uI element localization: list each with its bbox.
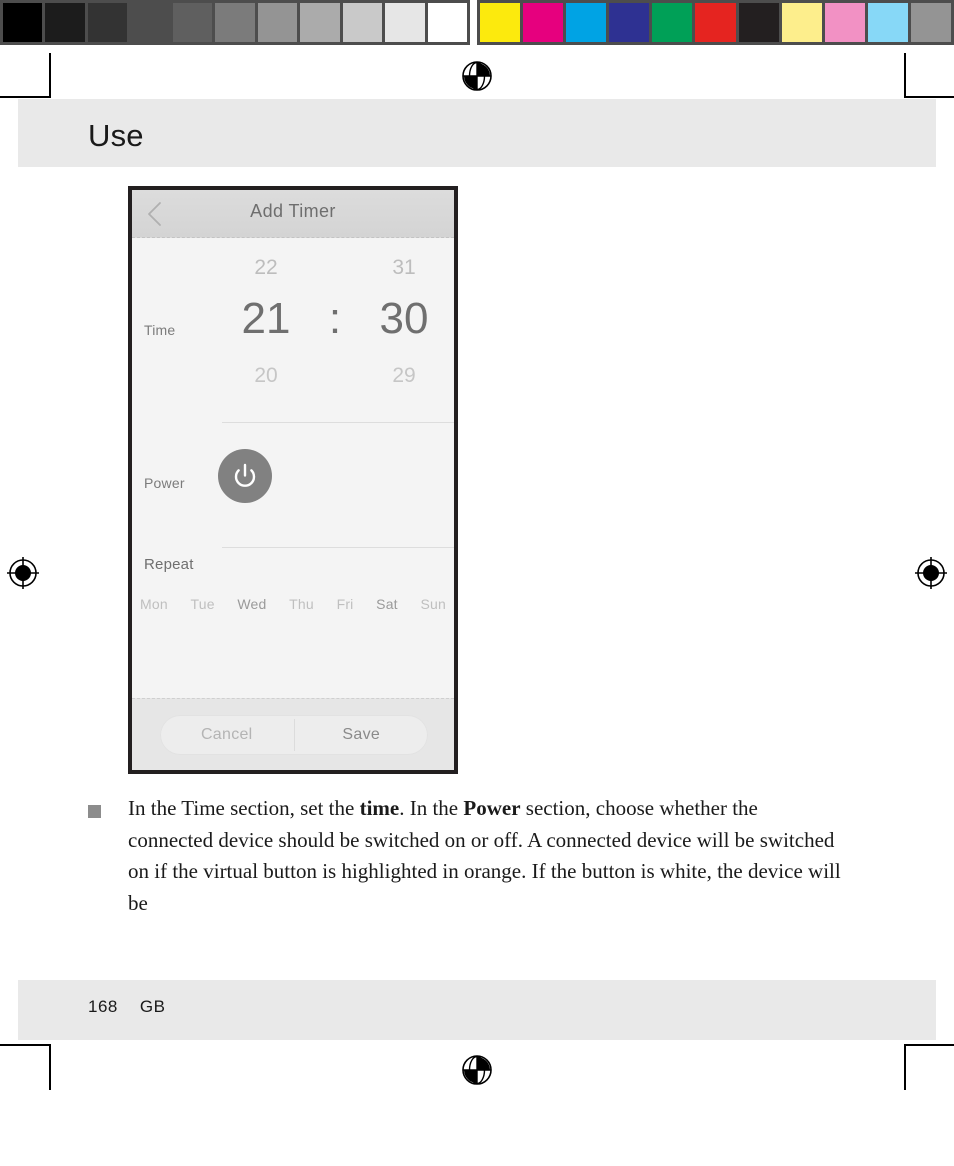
power-icon[interactable] (218, 449, 272, 503)
color-swatch-4 (652, 3, 693, 42)
repeat-day-sun[interactable]: Sun (420, 596, 446, 612)
repeat-section: Repeat Mon Tue Wed Thu Fri Sat Sun (132, 548, 454, 698)
grayscale-swatch-0 (3, 3, 43, 42)
time-separator-top (314, 256, 356, 280)
square-bullet-icon (88, 805, 101, 818)
cancel-button[interactable]: Cancel (160, 715, 294, 755)
hour-previous[interactable]: 22 (218, 256, 314, 280)
registration-mark-top (462, 61, 492, 91)
save-button[interactable]: Save (295, 715, 429, 755)
color-swatch-1 (523, 3, 564, 42)
instruction-run: . In the (399, 796, 464, 820)
instruction-emphasis: Power (463, 796, 521, 820)
instruction-text: In the Time section, set the time. In th… (128, 793, 848, 919)
time-separator: : (328, 294, 342, 343)
grayscale-swatch-8 (342, 3, 383, 42)
instruction-emphasis: time (359, 796, 400, 820)
registration-mark-left (7, 557, 39, 589)
minute-next[interactable]: 29 (356, 364, 452, 388)
repeat-section-label: Repeat (144, 556, 194, 573)
grayscale-swatch-5 (215, 3, 255, 42)
registration-mark-bottom (462, 1055, 492, 1085)
crop-mark-bottom-left-v (49, 1044, 51, 1090)
crop-mark-top-left-h (0, 96, 51, 98)
crop-mark-bottom-right-h (904, 1044, 954, 1046)
hour-next[interactable]: 20 (218, 364, 314, 388)
action-button-group: Cancel Save (160, 715, 428, 755)
color-swatch-0 (480, 3, 521, 42)
page-title: Use (88, 118, 144, 153)
time-picker-selected-row: 21 : 30 (218, 294, 452, 344)
color-swatch-9 (867, 3, 908, 42)
page-footer: 168 GB (88, 997, 165, 1017)
repeat-days-list: Mon Tue Wed Thu Fri Sat Sun (140, 596, 446, 612)
grayscale-swatch-10 (427, 3, 467, 42)
grayscale-swatch-1 (45, 3, 85, 42)
app-title: Add Timer (250, 201, 336, 221)
crop-mark-top-right-v (904, 53, 906, 98)
minute-previous[interactable]: 31 (356, 256, 452, 280)
color-swatches (477, 0, 954, 45)
crop-mark-bottom-right-v (904, 1044, 906, 1090)
hour-selected[interactable]: 21 (218, 294, 314, 344)
repeat-day-wed[interactable]: Wed (237, 596, 266, 612)
instruction-bullet-item: In the Time section, set the time. In th… (88, 793, 848, 919)
instruction-run: In the Time section, set the (128, 796, 360, 820)
page-header-band (18, 99, 936, 167)
repeat-day-mon[interactable]: Mon (140, 596, 168, 612)
grayscale-swatch-7 (300, 3, 340, 42)
color-swatch-10 (910, 3, 952, 42)
color-swatch-7 (781, 3, 822, 42)
language-code: GB (139, 997, 166, 1016)
grayscale-swatch-9 (385, 3, 425, 42)
repeat-day-fri[interactable]: Fri (337, 596, 354, 612)
repeat-day-thu[interactable]: Thu (289, 596, 314, 612)
crop-mark-bottom-left-h (0, 1044, 51, 1046)
time-picker-previous-row: 22 31 (218, 256, 452, 280)
minute-selected[interactable]: 30 (356, 294, 452, 344)
grayscale-swatches (0, 0, 470, 45)
print-page: Use Add Timer Time 22 31 21: 30 20 29 P… (0, 0, 954, 1166)
app-nav-bar: Add Timer (132, 190, 454, 238)
grayscale-swatch-3 (130, 3, 170, 42)
power-section: Power (132, 423, 454, 548)
power-section-label: Power (144, 475, 185, 491)
crop-mark-top-right-h (904, 96, 954, 98)
app-screenshot-figure: Add Timer Time 22 31 21 : 30 20 29 Power… (128, 186, 458, 774)
color-swatch-5 (695, 3, 736, 42)
time-section-label: Time (144, 322, 176, 338)
app-screen: Add Timer Time 22 31 21 : 30 20 29 Power… (132, 190, 454, 770)
registration-mark-right (915, 557, 947, 589)
color-swatch-2 (566, 3, 607, 42)
grayscale-swatch-4 (172, 3, 213, 42)
app-action-bar: Cancel Save (132, 698, 454, 770)
repeat-day-tue[interactable]: Tue (191, 596, 215, 612)
color-swatch-8 (824, 3, 865, 42)
crop-mark-top-left-v (49, 53, 51, 98)
time-section: Time 22 31 21 : 30 20 29 (132, 238, 454, 423)
time-separator-bottom (314, 364, 356, 388)
time-picker-next-row: 20 29 (218, 364, 452, 388)
repeat-day-sat[interactable]: Sat (376, 596, 398, 612)
time-picker[interactable]: 22 31 21 : 30 20 29 (218, 256, 452, 416)
grayscale-swatch-6 (257, 3, 298, 42)
color-swatch-3 (609, 3, 650, 42)
calibration-strip (0, 0, 954, 45)
grayscale-swatch-2 (87, 3, 128, 42)
page-number: 168 (88, 997, 118, 1016)
color-swatch-6 (738, 3, 779, 42)
